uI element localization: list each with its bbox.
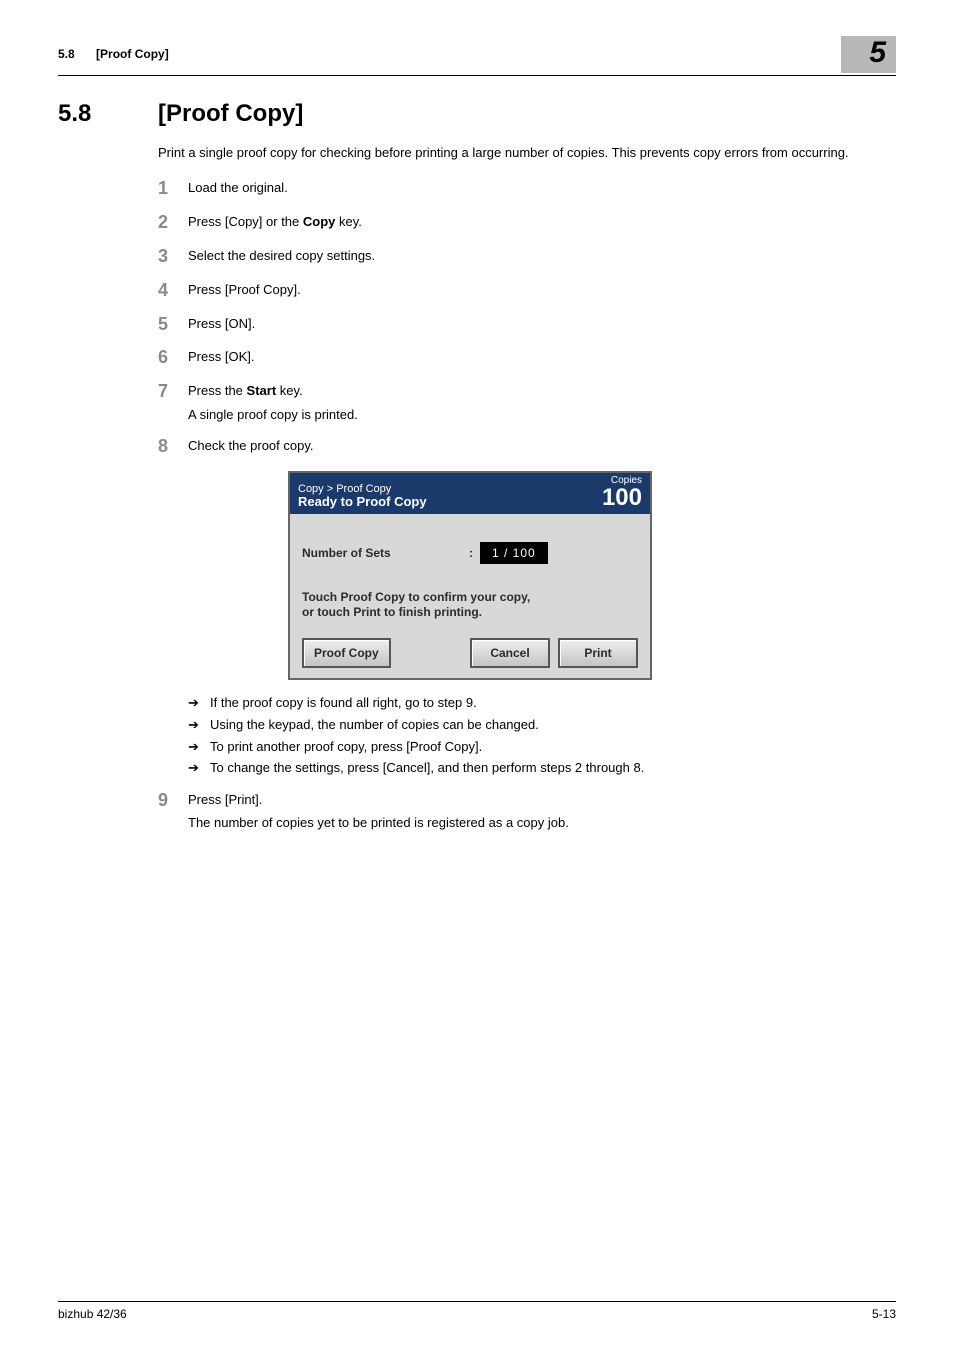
cancel-button[interactable]: Cancel: [470, 638, 550, 668]
section-number: 5.8: [58, 98, 158, 130]
footer-manual-name: bizhub 42/36: [58, 1306, 127, 1322]
panel-numsets-value: 1 / 100: [480, 542, 548, 564]
step-subtext: A single proof copy is printed.: [188, 406, 896, 424]
panel-titlebar: Copy > Proof Copy Ready to Proof Copy Co…: [290, 473, 650, 514]
step-text-bold: Copy: [303, 214, 336, 229]
print-button[interactable]: Print: [558, 638, 638, 668]
step-number: 5: [158, 315, 188, 335]
step-number: 6: [158, 348, 188, 368]
running-header-title: [Proof Copy]: [96, 47, 169, 61]
running-header-left: 5.8 [Proof Copy]: [58, 46, 169, 62]
result-notes-list: If the proof copy is found all right, go…: [188, 694, 896, 776]
page-footer: bizhub 42/36 5-13: [58, 1294, 896, 1322]
panel-copies-indicator: Copies 100: [602, 476, 642, 510]
step-number: 8: [158, 437, 188, 457]
step-number: 7: [158, 382, 188, 423]
step-text-part: Press [Print].: [188, 792, 262, 807]
step-text: Check the proof copy.: [188, 437, 896, 457]
running-header: 5.8 [Proof Copy] 5: [58, 36, 896, 73]
step-text: Select the desired copy settings.: [188, 247, 896, 267]
step-text: Load the original.: [188, 179, 896, 199]
step-text: Press [Print]. The number of copies yet …: [188, 791, 896, 832]
section-title: [Proof Copy]: [158, 98, 303, 130]
chapter-number-badge: 5: [841, 36, 896, 73]
header-divider: [58, 75, 896, 76]
intro-paragraph: Print a single proof copy for checking b…: [158, 144, 896, 162]
step-text-part: Press the: [188, 383, 247, 398]
footer-page-number: 5-13: [872, 1306, 896, 1322]
page: 5.8 [Proof Copy] 5 5.8 [Proof Copy] Prin…: [0, 0, 954, 1350]
step-text-part: key.: [335, 214, 362, 229]
step-text: Press [Copy] or the Copy key.: [188, 213, 896, 233]
step-text: Press the Start key. A single proof copy…: [188, 382, 896, 423]
step-text: Press [ON].: [188, 315, 896, 335]
footer-divider: [58, 1301, 896, 1302]
step-number: 2: [158, 213, 188, 233]
colon: :: [462, 545, 480, 561]
step-text: Press [OK].: [188, 348, 896, 368]
running-header-secnum: 5.8: [58, 47, 75, 61]
printer-lcd-panel: Copy > Proof Copy Ready to Proof Copy Co…: [288, 471, 652, 680]
step-number: 9: [158, 791, 188, 832]
step-text: Press [Proof Copy].: [188, 281, 896, 301]
result-note-item: To change the settings, press [Cancel], …: [188, 759, 896, 777]
step-subtext: The number of copies yet to be printed i…: [188, 814, 896, 832]
result-note-item: To print another proof copy, press [Proo…: [188, 738, 896, 756]
panel-numsets-label: Number of Sets: [302, 545, 462, 561]
proof-copy-button[interactable]: Proof Copy: [302, 638, 391, 668]
step-number: 4: [158, 281, 188, 301]
result-note-item: Using the keypad, the number of copies c…: [188, 716, 896, 734]
section-heading: 5.8 [Proof Copy]: [58, 98, 896, 130]
step-number: 3: [158, 247, 188, 267]
step-text-bold: Start: [247, 383, 277, 398]
panel-message-line: or touch Print to finish printing.: [302, 605, 638, 620]
step-text-part: Press [Copy] or the: [188, 214, 303, 229]
panel-status: Ready to Proof Copy: [298, 495, 602, 510]
step-text-part: key.: [276, 383, 303, 398]
result-note-item: If the proof copy is found all right, go…: [188, 694, 896, 712]
panel-message-line: Touch Proof Copy to confirm your copy,: [302, 590, 638, 605]
step-number: 1: [158, 179, 188, 199]
panel-copies-value: 100: [602, 486, 642, 510]
panel-message: Touch Proof Copy to confirm your copy, o…: [302, 590, 638, 620]
